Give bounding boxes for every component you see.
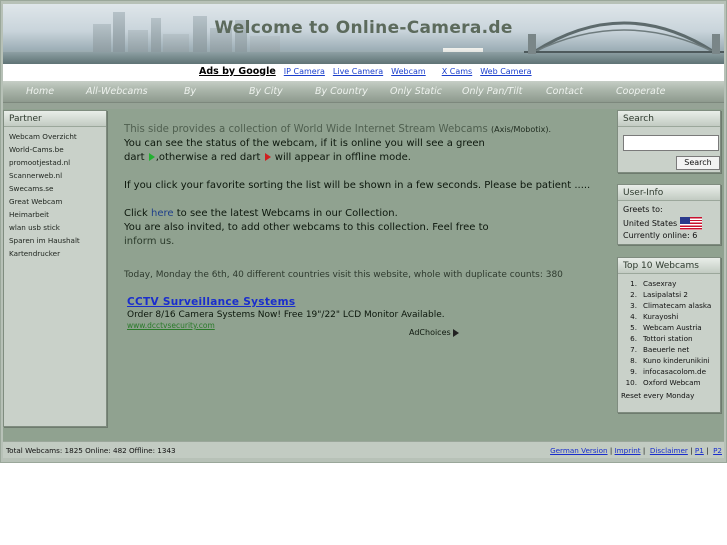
top10-item[interactable]: 5. Webcam Austria xyxy=(623,322,720,333)
partner-link[interactable]: Kartendrucker xyxy=(9,247,106,260)
partner-link[interactable]: Heimarbeit xyxy=(9,208,106,221)
partner-link[interactable]: Webcam Overzicht xyxy=(9,130,106,143)
ad-title-link[interactable]: CCTV Surveillance Systems xyxy=(127,296,467,308)
partner-link[interactable]: Sparen im Haushalt xyxy=(9,234,106,247)
partner-link[interactable]: wlan usb stick xyxy=(9,221,106,234)
top10-item[interactable]: 3. Climatecam alaska xyxy=(623,300,720,311)
partner-link[interactable]: Scannerweb.nl xyxy=(9,169,106,182)
nav-home[interactable]: Home xyxy=(26,86,54,97)
ad-link-webcam[interactable]: Webcam xyxy=(391,67,426,76)
ad-link-live-camera[interactable]: Live Camera xyxy=(333,67,383,76)
partner-link[interactable]: Swecams.se xyxy=(9,182,106,195)
disclaimer-link[interactable]: Disclaimer xyxy=(650,446,688,455)
ads-by-google-link[interactable]: Ads by Google xyxy=(199,66,276,77)
top10-title: Top 10 Webcams xyxy=(618,258,720,274)
nav-by-city[interactable]: By City xyxy=(249,86,283,97)
intro-text: This side provides a collection of World… xyxy=(124,124,551,135)
ad-link-web-camera[interactable]: Web Camera xyxy=(480,67,531,76)
p2-link[interactable]: P2 xyxy=(713,446,722,455)
adchoices-icon xyxy=(452,328,459,337)
visitor-country: United States xyxy=(618,217,720,230)
top10-item[interactable]: 9. infocasacolom.de xyxy=(623,366,720,377)
main-nav: Home All-Webcams By By City By Country O… xyxy=(3,81,724,103)
top10-item[interactable]: 2. Lasipalatsi 2 xyxy=(623,289,720,300)
nav-by[interactable]: By xyxy=(184,86,196,97)
ad-link-ip-camera[interactable]: IP Camera xyxy=(284,67,325,76)
p1-link[interactable]: P1 xyxy=(695,446,704,455)
green-dart-icon xyxy=(148,153,155,161)
nav-all-webcams[interactable]: All-Webcams xyxy=(86,86,148,97)
red-dart-icon xyxy=(264,153,271,161)
greets-label: Greets to: xyxy=(623,205,663,214)
top10-item[interactable]: 10. Oxford Webcam xyxy=(623,377,720,388)
top10-item[interactable]: 8. Kuno kinderunikini xyxy=(623,355,720,366)
top10-item[interactable]: 1. Casexray xyxy=(623,278,720,289)
totals-text: Total Webcams: 1825 Online: 482 Offline:… xyxy=(6,446,176,455)
reset-note: Reset every Monday xyxy=(621,391,695,400)
nav-by-country[interactable]: By Country xyxy=(315,86,368,97)
latest-text: Click here to see the latest Webcams in … xyxy=(124,208,398,219)
partner-link[interactable]: Great Webcam xyxy=(9,195,106,208)
header-banner: Welcome to Online-Camera.de xyxy=(3,4,724,64)
user-info-box: User-Info Greets to: United States Curre… xyxy=(617,184,721,245)
invite-text: You are also invited, to add other webca… xyxy=(124,222,489,233)
here-link[interactable]: here xyxy=(151,208,174,219)
footer-links: German Version | Imprint | Disclaimer | … xyxy=(550,446,722,455)
top10-item[interactable]: 4. Kurayoshi xyxy=(623,311,720,322)
ad-link-x-cams[interactable]: X Cams xyxy=(442,67,472,76)
partner-link[interactable]: promootjestad.nl xyxy=(9,156,106,169)
search-input[interactable] xyxy=(623,135,719,151)
user-info-title: User-Info xyxy=(618,185,720,201)
search-button[interactable]: Search xyxy=(676,156,720,170)
us-flag-icon xyxy=(680,217,703,230)
german-version-link[interactable]: German Version xyxy=(550,446,608,455)
search-title: Search xyxy=(618,111,720,127)
sort-text: If you click your favorite sorting the l… xyxy=(124,180,591,191)
visit-stats: Today, Monday the 6th, 40 different coun… xyxy=(124,270,563,280)
inform-us-link[interactable]: inform us. xyxy=(124,235,604,249)
status-text: You can see the status of the webcam, if… xyxy=(124,138,485,163)
nav-contact[interactable]: Contact xyxy=(546,86,583,97)
nav-only-pan-tilt[interactable]: Only Pan/Tilt xyxy=(462,86,522,97)
content: This side provides a collection of World… xyxy=(124,123,604,249)
ad-text: Order 8/16 Camera Systems Now! Free 19"/… xyxy=(127,310,445,320)
top10-item[interactable]: 6. Tottori station xyxy=(623,333,720,344)
page-title: Welcome to Online-Camera.de xyxy=(214,18,513,38)
ads-bar: Ads by Google IP Camera Live Camera Webc… xyxy=(3,64,724,81)
adchoices-link[interactable]: AdChoices xyxy=(409,328,459,337)
partner-box: Partner Webcam Overzicht World-Cams.be p… xyxy=(3,110,107,427)
text-ad: CCTV Surveillance Systems Order 8/16 Cam… xyxy=(127,296,467,330)
partner-link[interactable]: World-Cams.be xyxy=(9,143,106,156)
top10-item[interactable]: 7. Baeuerle net xyxy=(623,344,720,355)
top10-box: Top 10 Webcams 1. Casexray 2. Lasipalatsi … xyxy=(617,257,721,413)
nav-only-static[interactable]: Only Static xyxy=(390,86,442,97)
search-box: Search Search xyxy=(617,110,721,173)
nav-cooperate[interactable]: Cooperate xyxy=(616,86,665,97)
footer: Total Webcams: 1825 Online: 482 Offline:… xyxy=(3,441,724,458)
online-count: Currently online: 6 xyxy=(623,231,698,240)
partner-title: Partner xyxy=(4,111,106,127)
imprint-link[interactable]: Imprint xyxy=(615,446,641,455)
